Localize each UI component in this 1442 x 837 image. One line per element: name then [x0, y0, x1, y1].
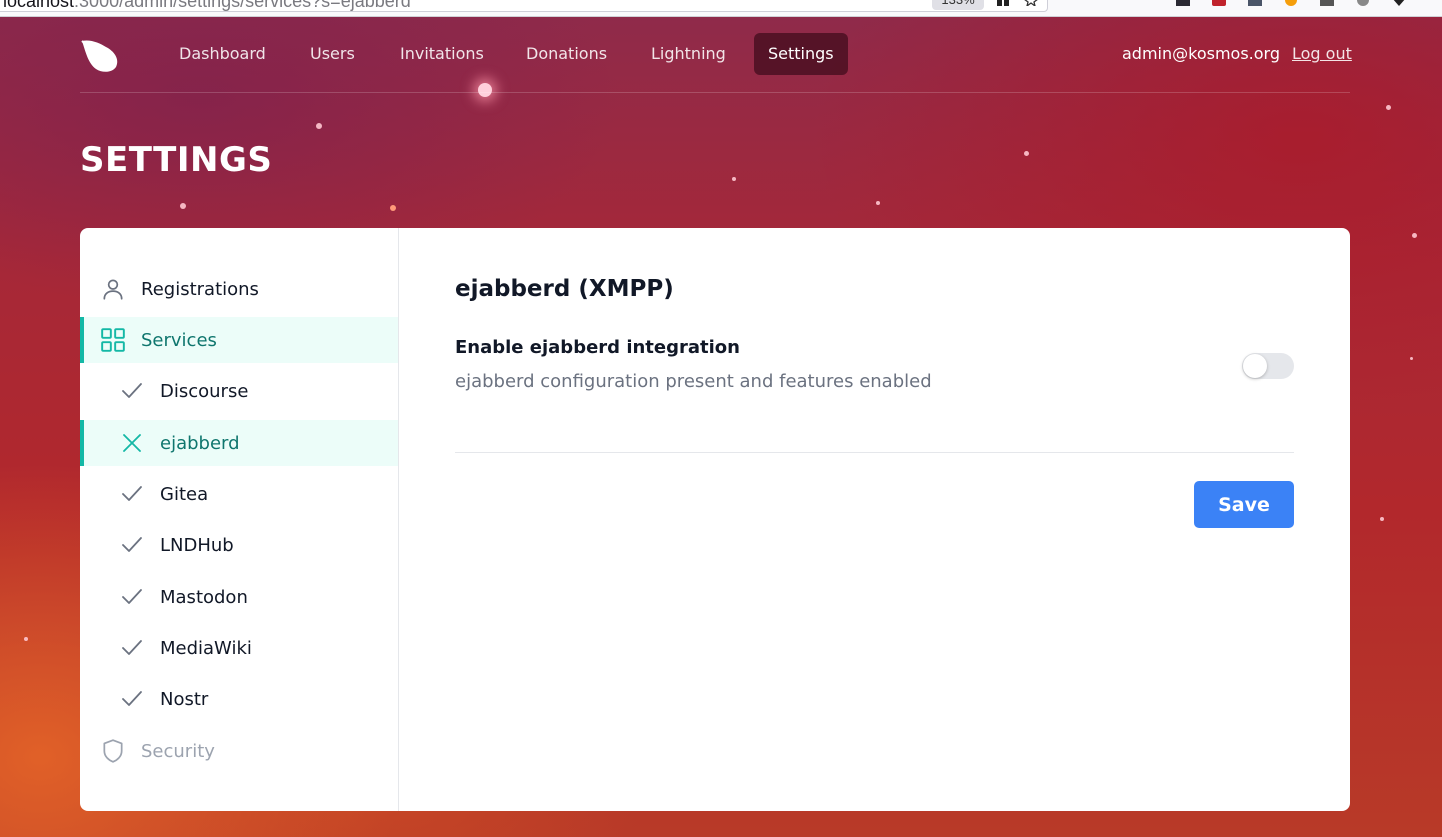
background-star [1410, 357, 1413, 360]
sidebar-item-ejabberd[interactable]: ejabberd [80, 420, 398, 466]
background-star [1386, 105, 1391, 110]
check-icon [120, 379, 144, 403]
sidebar-item-mastodon[interactable]: Mastodon [80, 574, 398, 620]
url-host: localhost [3, 0, 75, 11]
background-star [732, 177, 736, 181]
sidebar-item-mediawiki[interactable]: MediaWiki [80, 625, 398, 671]
shield-icon [100, 738, 126, 764]
section-heading: ejabberd (XMPP) [455, 276, 674, 302]
top-navigation: Dashboard Users Invitations Donations Li… [80, 17, 1352, 93]
url-path: :3000/admin/settings/services?s=ejabberd [74, 0, 411, 11]
sidebar-item-gitea[interactable]: Gitea [80, 471, 398, 517]
check-icon [120, 533, 144, 557]
sidebar-item-label: MediaWiki [160, 637, 252, 659]
nav-users[interactable]: Users [296, 33, 369, 75]
sidebar-item-label: Security [141, 740, 215, 762]
check-icon [120, 636, 144, 660]
url-bar[interactable]: localhost:3000/admin/settings/services?s… [0, 0, 1048, 12]
background-star [1024, 151, 1029, 156]
extension-icon[interactable] [1284, 0, 1298, 6]
sidebar-item-registrations[interactable]: Registrations [80, 266, 398, 312]
zoom-level-badge[interactable]: 133% [932, 0, 984, 10]
nav-settings[interactable]: Settings [754, 33, 848, 75]
extension-icon[interactable] [1212, 0, 1226, 6]
extension-icon[interactable] [1176, 0, 1190, 6]
kosmos-logo-icon[interactable] [80, 37, 120, 73]
grid-icon [100, 327, 126, 353]
extension-icon[interactable] [1392, 0, 1406, 6]
sidebar-item-label: LNDHub [160, 534, 234, 556]
setting-description: ejabberd configuration present and featu… [455, 371, 932, 392]
background-star [1412, 233, 1417, 238]
settings-main-panel: ejabberd (XMPP) Enable ejabberd integrat… [455, 228, 1294, 811]
extension-icon[interactable] [1320, 0, 1334, 6]
sidebar-item-label: Discourse [160, 380, 249, 402]
sidebar-item-label: Services [141, 329, 217, 351]
nav-donations[interactable]: Donations [512, 33, 621, 75]
sidebar-item-label: ejabberd [160, 432, 240, 454]
nav-dashboard[interactable]: Dashboard [165, 33, 280, 75]
check-icon [120, 585, 144, 609]
sidebar-item-nostr[interactable]: Nostr [80, 676, 398, 722]
page-title: SETTINGS [80, 140, 273, 180]
setting-label: Enable ejabberd integration [455, 337, 740, 358]
sidebar-item-label: Mastodon [160, 586, 248, 608]
reader-mode-icon[interactable] [996, 0, 1010, 6]
background-star [876, 201, 880, 205]
sidebar-item-services[interactable]: Services [80, 317, 398, 363]
background-star [24, 637, 28, 641]
bookmark-star-icon[interactable] [1024, 0, 1038, 6]
toggle-knob [1243, 354, 1267, 378]
sidebar-item-lndhub[interactable]: LNDHub [80, 522, 398, 568]
ejabberd-enable-toggle[interactable] [1242, 353, 1294, 379]
check-icon [120, 687, 144, 711]
sidebar-item-discourse[interactable]: Discourse [80, 368, 398, 414]
sidebar-item-label: Gitea [160, 483, 209, 505]
user-email: admin@kosmos.org [1122, 44, 1280, 63]
settings-sidebar: Registrations Services Discourse ejabber… [80, 228, 399, 811]
extension-icon[interactable] [1356, 0, 1370, 6]
nav-lightning[interactable]: Lightning [637, 33, 740, 75]
background-star [180, 203, 186, 209]
background-star [1380, 517, 1384, 521]
sidebar-item-security[interactable]: Security [80, 728, 398, 774]
extension-icon[interactable] [1248, 0, 1262, 6]
logout-link[interactable]: Log out [1292, 44, 1352, 63]
sidebar-item-label: Registrations [141, 278, 259, 300]
check-icon [120, 482, 144, 506]
divider [455, 452, 1294, 453]
user-icon [100, 276, 126, 302]
browser-toolbar: localhost:3000/admin/settings/services?s… [0, 0, 1442, 17]
background-star [390, 205, 396, 211]
save-button[interactable]: Save [1194, 481, 1294, 528]
settings-card: Registrations Services Discourse ejabber… [80, 228, 1350, 811]
background-star [316, 123, 322, 129]
sidebar-item-label: Nostr [160, 688, 209, 710]
nav-invitations[interactable]: Invitations [386, 33, 498, 75]
x-icon [120, 431, 144, 455]
